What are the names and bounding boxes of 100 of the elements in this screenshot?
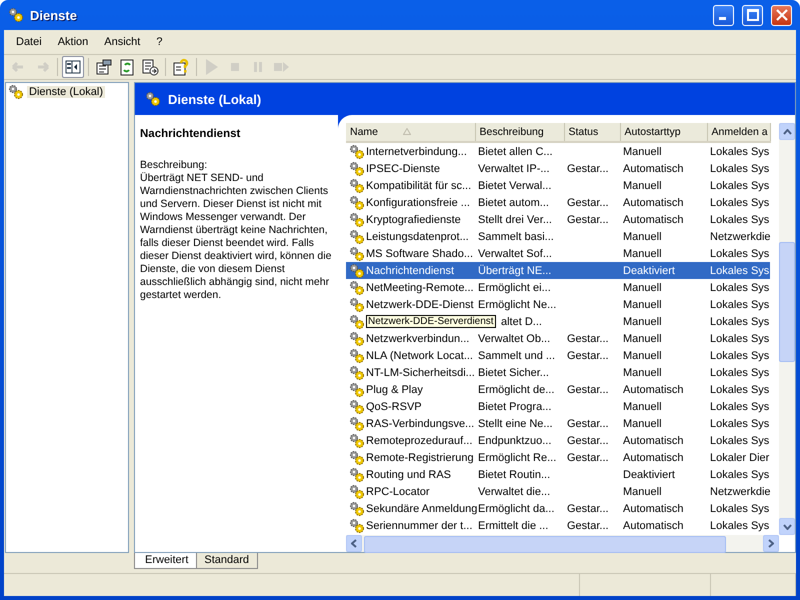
help-icon	[172, 58, 190, 76]
table-cell: Gestar...	[567, 452, 609, 464]
table-cell: Automatisch	[623, 502, 684, 514]
table-cell: Lokales Sys	[710, 264, 770, 276]
column-header[interactable]: Anmelden a	[707, 123, 770, 142]
tree-button[interactable]	[62, 56, 84, 78]
table-cell: Lokales Sys	[710, 434, 770, 446]
table-cell: Deaktiviert	[623, 264, 675, 276]
tree-icon	[64, 58, 82, 76]
column-header[interactable]: Status	[564, 123, 620, 142]
scroll-right-icon[interactable]	[768, 539, 774, 548]
services-icon	[8, 7, 24, 23]
table-cell: Lokales Sys	[710, 502, 770, 514]
service-row[interactable]: Kompatibilität für sc... Bietet Verwal... Manuell Lokales Sys	[346, 177, 770, 194]
table-cell: Leistungsdatenprot...	[366, 230, 469, 242]
close-button[interactable]	[771, 4, 792, 26]
view-tab[interactable]: Erweitert	[134, 553, 198, 569]
menu-item[interactable]: Aktion	[50, 36, 96, 48]
service-row[interactable]: Internetverbindung... Bietet allen C... Manuell Lokales Sys	[346, 142, 770, 160]
column-header[interactable]: Beschreibung	[475, 123, 564, 142]
table-cell: Manuell	[623, 230, 662, 242]
table-cell: Lokales Sys	[710, 180, 770, 192]
service-icon	[349, 348, 365, 364]
table-cell: Endpunktzuo...	[478, 434, 552, 446]
export-icon	[141, 58, 159, 76]
menu-item[interactable]: Datei	[8, 36, 50, 48]
service-row[interactable]: Remote-Registrierung Ermöglicht Re... Gestar... Automatisch Lokaler Dier	[346, 449, 770, 466]
table-cell: altet D...	[501, 316, 542, 328]
scroll-up-icon[interactable]	[782, 128, 792, 134]
vertical-scrollbar[interactable]	[779, 123, 795, 535]
table-cell: Gestar...	[567, 196, 609, 208]
table-cell: Manuell	[623, 146, 662, 158]
scroll-left-icon[interactable]	[351, 539, 357, 548]
service-row[interactable]: QoS-RSVP Bietet Progra... Manuell Lokales Sys	[346, 398, 770, 415]
service-row[interactable]: Sekundäre AnmeldungErmöglicht da... Gestar... Automatisch Lokales Sys	[346, 500, 770, 517]
scroll-down-icon[interactable]	[782, 524, 792, 530]
table-cell: Seriennummer der t...	[366, 520, 472, 532]
table-cell: Netzwerk-DDE-Dienst	[366, 298, 474, 310]
table-cell: Ermittelt die ...	[478, 520, 548, 532]
table-cell: Lokales Sys	[710, 400, 770, 412]
table-cell: Automatisch	[623, 214, 684, 226]
service-row[interactable]: NetMeeting-Remote... Ermöglicht ei... Manuell Lokales Sys	[346, 279, 770, 296]
table-cell: Lokales Sys	[710, 316, 770, 328]
service-row[interactable]: Plug & Play Ermöglicht de... Gestar... Automatisch Lokales Sys	[346, 381, 770, 398]
table-cell: NetMeeting-Remote...	[366, 282, 474, 294]
table-cell: Manuell	[623, 350, 662, 362]
table-cell: Ermöglicht ei...	[478, 282, 551, 294]
table-cell: Bietet Progra...	[478, 400, 552, 412]
table-cell: Lokales Sys	[710, 282, 770, 294]
service-row[interactable]: NLA (Network Locat... Sammelt und ... Gestar... Manuell Lokales Sys	[346, 347, 770, 364]
pane-title: Dienste (Lokal)	[168, 92, 262, 106]
sort-arrow-icon	[402, 128, 411, 135]
service-row[interactable]: Nachrichtendienst Überträgt NE... Deaktiviert Lokales Sys	[346, 262, 770, 279]
service-row[interactable]: MS Software Shado... Verwaltet Sof... Manuell Lokales Sys	[346, 245, 770, 262]
horizontal-scrollbar[interactable]	[346, 535, 779, 552]
service-row[interactable]: Konfigurationsfreie ... Bietet autom... Gestar... Automatisch Lokales Sys	[346, 194, 770, 211]
maximize-button[interactable]	[742, 4, 763, 26]
minimize-button[interactable]	[713, 4, 734, 26]
table-cell: Kompatibilität für sc...	[366, 180, 472, 192]
menu-item[interactable]: Ansicht	[96, 36, 148, 48]
services-icon	[145, 91, 161, 107]
table-cell: Lokales Sys	[710, 162, 770, 174]
service-row[interactable]: RPC-Locator Verwaltet die... Manuell Netzwerkdie	[346, 483, 770, 500]
table-cell: Bietet allen C...	[478, 146, 553, 158]
service-row[interactable]: Remoteprozedurauf... Endpunktzuo... Gestar... Automatisch Lokales Sys	[346, 432, 770, 449]
properties-icon	[95, 58, 113, 76]
table-cell: Ermöglicht de...	[478, 384, 554, 396]
service-row[interactable]: Routing und RAS Bietet Routin... Deaktiviert Lokales Sys	[346, 466, 770, 483]
table-cell: Lokales Sys	[710, 214, 770, 226]
table-cell: Ermöglicht Re...	[478, 452, 556, 464]
column-header[interactable]: Autostarttyp	[620, 123, 707, 142]
menu-item[interactable]: ?	[148, 36, 170, 48]
service-icon	[349, 518, 365, 534]
table-cell: Nachrichtendienst	[366, 264, 454, 276]
table-cell: Remote-Registrierung	[366, 452, 474, 464]
service-icon	[349, 330, 365, 346]
table-cell: Stellt drei Ver...	[478, 214, 552, 226]
table-cell: Lokales Sys	[710, 146, 770, 158]
service-row[interactable]: Seriennummer der t... Ermittelt die ... Gestar... Automatisch Lokales Sys	[346, 517, 770, 534]
column-header[interactable]: Name	[346, 123, 475, 142]
table-cell: Gestar...	[567, 162, 609, 174]
table-cell: Manuell	[623, 332, 662, 344]
service-icon	[349, 160, 365, 176]
service-row[interactable]: RAS-Verbindungsve... Stellt eine Ne... Gestar... Manuell Lokales Sys	[346, 415, 770, 432]
service-row[interactable]: Netzwerk-DDE-Dienst Ermöglicht Ne... Manuell Lokales Sys	[346, 296, 770, 313]
table-cell: Gestar...	[567, 502, 609, 514]
description-label: Beschreibung:	[140, 159, 208, 172]
service-row[interactable]: IPSEC-Dienste Verwaltet IP-... Gestar... Automatisch Lokales Sys	[346, 160, 770, 177]
service-row[interactable]: Netzwerkverbindun... Verwaltet Ob... Gestar... Manuell Lokales Sys	[346, 330, 770, 347]
service-row[interactable]: NT-LM-Sicherheitsdi... Bietet Sicher... Manuell Lokales Sys	[346, 364, 770, 381]
table-cell: Überträgt NE...	[478, 264, 552, 276]
service-row[interactable]: Netzwerk-DDE-Serverdienst altet D... Manuell Lokales Sys	[346, 313, 770, 330]
table-cell: Plug & Play	[366, 384, 423, 396]
table-cell: Automatisch	[623, 384, 684, 396]
table-cell: Sekundäre Anmeldung	[366, 502, 478, 514]
service-row[interactable]: Leistungsdatenprot... Sammelt basi... Manuell Netzwerkdie	[346, 228, 770, 245]
service-row[interactable]: Kryptografiedienste Stellt drei Ver... Gestar... Automatisch Lokales Sys	[346, 211, 770, 228]
table-cell: Sammelt und ...	[478, 350, 556, 362]
table-cell: Bietet Verwal...	[478, 180, 552, 192]
service-icon	[349, 500, 365, 516]
